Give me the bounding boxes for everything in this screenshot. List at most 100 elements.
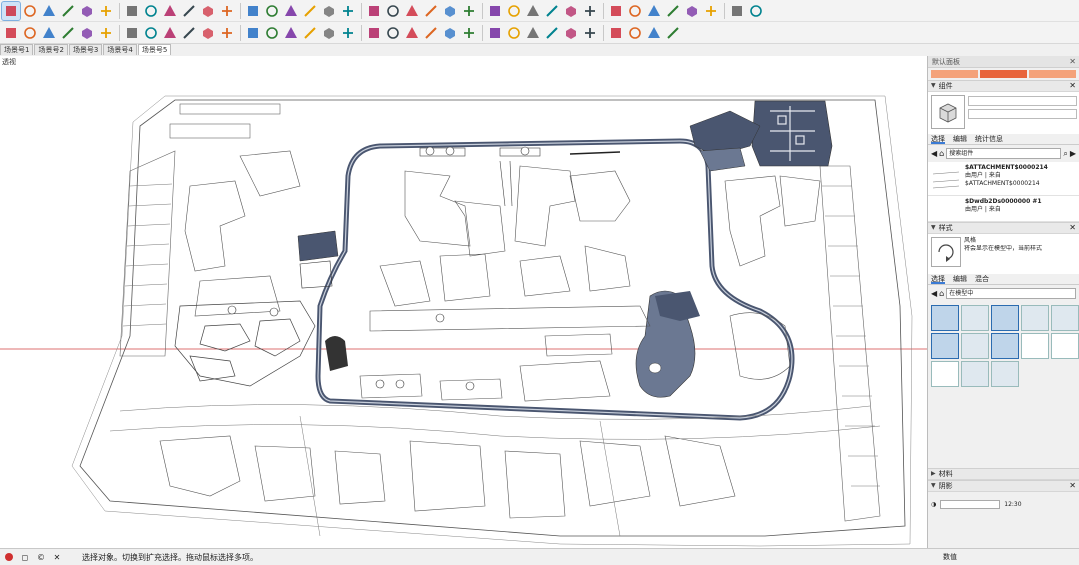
plugin-b-button[interactable] [645,2,663,20]
arc-tool-button[interactable] [21,24,39,42]
style-textured-button[interactable] [244,24,262,42]
scene-tab[interactable]: 场景号3 [68,44,103,55]
shadows-panel-header[interactable]: ▼ 阴影 ✕ [928,480,1079,492]
group-tool-button[interactable] [365,24,383,42]
swatch[interactable] [980,70,1027,78]
sandbox-drape-button[interactable] [562,24,580,42]
plugin-a-button[interactable] [626,2,644,20]
styles-collection-select[interactable]: 在模型中 [946,288,1076,299]
sandbox-stamp-button[interactable] [543,24,561,42]
style-thumbnail[interactable] [991,361,1019,387]
pushpull-tool-button[interactable] [161,2,179,20]
tab-edit[interactable]: 编辑 [953,274,967,284]
style-thumbnail[interactable] [931,333,959,359]
list-item[interactable]: $ATTACHMENT$0000214 由用户 | 来自 $ATTACHMENT… [928,162,1079,196]
section-plane-tool-button[interactable] [422,2,440,20]
close-icon[interactable]: ✕ [1069,56,1076,68]
solid-trim-button[interactable] [460,24,478,42]
plugin-e-button[interactable] [702,2,720,20]
tab-select[interactable]: 选择 [931,274,945,284]
close-icon[interactable]: ✕ [1069,80,1076,92]
geo-icon[interactable]: ◻ [18,551,32,563]
home-icon[interactable]: ⌂ [939,289,944,298]
help-tool-button[interactable] [664,24,682,42]
close-icon[interactable]: ✕ [1069,222,1076,234]
entity-name-field[interactable] [968,96,1077,106]
fog-tool-button[interactable] [123,24,141,42]
style-thumbnail[interactable] [961,361,989,387]
style-thumbnail[interactable] [961,305,989,331]
soften-tool-button[interactable] [384,24,402,42]
rectangle-tool-button[interactable] [59,24,77,42]
materials-panel-header[interactable]: ▶ 材料 [928,468,1079,480]
close-icon[interactable]: ✕ [50,551,64,563]
style-thumbnail[interactable] [1051,305,1079,331]
right-view-button[interactable] [505,2,523,20]
material-tool-button[interactable] [78,2,96,20]
left-view-button[interactable] [562,2,580,20]
utc-select[interactable] [940,499,1001,509]
back-icon[interactable]: ◀ [931,149,937,158]
warehouse-tool-button[interactable] [581,2,599,20]
dimension-tool-button[interactable] [403,2,421,20]
style-thumbnail[interactable] [1021,305,1049,331]
style-shaded-button[interactable] [218,24,236,42]
style-wireframe-button[interactable] [180,24,198,42]
style-thumbnail[interactable] [931,305,959,331]
walk-tool-button[interactable] [607,24,625,42]
style-thumbnail[interactable] [1021,333,1049,359]
pencil-tool-button[interactable] [40,2,58,20]
shadow-tool-button[interactable] [97,24,115,42]
style-xray-button[interactable] [142,24,160,42]
line-tool-button[interactable] [78,24,96,42]
solid-split-button[interactable] [486,24,504,42]
plugin-c-button[interactable] [664,2,682,20]
look-around-tool-button[interactable] [626,24,644,42]
tab-edit[interactable]: 编辑 [953,134,967,144]
sandbox-from-contours-button[interactable] [505,24,523,42]
top-view-button[interactable] [524,2,542,20]
style-hidden-button[interactable] [199,24,217,42]
layer-tool-button[interactable] [301,24,319,42]
close-icon[interactable]: ✕ [1069,480,1076,492]
circle-tool-button[interactable] [2,24,20,42]
scene-tab[interactable]: 场景号2 [34,44,68,55]
forward-icon[interactable]: ▶ [1070,149,1076,158]
scene-tab[interactable]: 场景号5 [137,44,172,55]
polygon-tool-button[interactable] [40,24,58,42]
style-thumbnail[interactable] [1051,333,1079,359]
box-tool-button[interactable] [441,2,459,20]
style-thumbnail[interactable] [991,333,1019,359]
warning-icon[interactable] [2,551,16,563]
paint-tool-button[interactable] [199,2,217,20]
move-tool-button[interactable] [97,2,115,20]
sandbox-smoove-button[interactable] [524,24,542,42]
intersect-tool-button[interactable] [403,24,421,42]
entity-desc-field[interactable] [968,109,1077,119]
solid-union-button[interactable] [422,24,440,42]
tab-statistics[interactable]: 统计信息 [975,134,1003,144]
select-tool-button[interactable] [1,0,21,21]
axes-tool-button[interactable] [365,2,383,20]
zoom-tool-button[interactable] [263,2,281,20]
tape-tool-button[interactable] [320,2,338,20]
search-icon[interactable]: ⌕ [1063,149,1067,159]
scene-tool-button[interactable] [320,24,338,42]
measurements-box[interactable]: 数值 [927,548,1079,565]
plugin-g-button[interactable] [747,2,765,20]
style-monochrome-button[interactable] [263,24,281,42]
style-thumbnail[interactable] [931,237,961,267]
styles-panel-header[interactable]: ▼ 样式 ✕ [928,222,1079,234]
iso-view-button[interactable] [460,2,478,20]
back-icon[interactable]: ◀ [931,289,937,298]
tab-mix[interactable]: 混合 [975,274,989,284]
tab-select[interactable]: 选择 [931,134,945,144]
text-tool-button[interactable] [384,2,402,20]
style-backedge-button[interactable] [161,24,179,42]
freehand-tool-button[interactable] [59,2,77,20]
model-viewport[interactable]: 透视 [0,56,927,548]
plugin-d-button[interactable] [683,2,701,20]
zoom-extents-tool-button[interactable] [282,2,300,20]
offset-tool-button[interactable] [180,2,198,20]
style-thumbnail[interactable] [991,305,1019,331]
